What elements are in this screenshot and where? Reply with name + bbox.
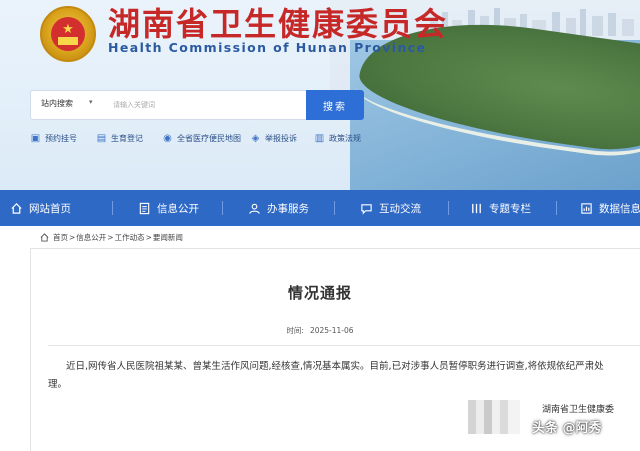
column-icon: [472, 203, 481, 213]
quick-link-appointment[interactable]: ▣ 预约挂号: [30, 130, 77, 146]
quick-link-policy[interactable]: ▥ 政策法规: [314, 130, 361, 146]
document-icon: [139, 202, 150, 214]
home-icon: [40, 232, 49, 242]
quick-link-label: 举报投诉: [265, 133, 297, 143]
search-input[interactable]: [113, 95, 293, 115]
nav-label: 办事服务: [267, 202, 309, 215]
chevron-down-icon[interactable]: ▾: [89, 98, 93, 106]
quick-link-birth-registration[interactable]: ▤ 生育登记: [96, 130, 143, 146]
site-header: ★ 湖南省卫生健康委员会 Health Commission of Hunan …: [0, 0, 640, 190]
breadcrumb: 首页 > 信息公开 > 工作动态 > 要闻新闻: [40, 230, 183, 244]
nav-divider: [334, 201, 335, 215]
home-icon: [11, 202, 22, 214]
quick-link-label: 预约挂号: [45, 133, 77, 143]
nav-divider: [222, 201, 223, 215]
nav-label: 专题专栏: [489, 202, 531, 215]
breadcrumb-separator: >: [69, 232, 76, 242]
search-scope-select[interactable]: 站内搜索: [41, 98, 73, 109]
national-emblem-icon[interactable]: ★: [40, 6, 96, 62]
site-title[interactable]: 湖南省卫生健康委员会: [108, 4, 448, 44]
article-body: 近日,网传省人民医院祖某某、曾某生活作风问题,经核查,情况基本属实。目前,已对涉…: [48, 361, 604, 390]
quick-link-complaint[interactable]: ◈ 举报投诉: [250, 130, 297, 146]
main-nav: 网站首页 信息公开 办事服务 互动交流 专题专栏 数据信息: [0, 190, 640, 226]
breadcrumb-item[interactable]: 要闻新闻: [153, 232, 183, 243]
nav-divider: [112, 201, 113, 215]
nav-divider: [448, 201, 449, 215]
article-meta: 时间: 2025-11-06: [0, 325, 640, 336]
calendar-icon: ▣: [30, 132, 41, 144]
breadcrumb-item[interactable]: 信息公开: [76, 232, 106, 243]
breadcrumb-item[interactable]: 工作动态: [115, 232, 145, 243]
quick-link-medical-map[interactable]: ◉ 全省医疗便民地图: [162, 130, 241, 146]
nav-item-interaction[interactable]: 互动交流: [360, 190, 421, 226]
service-icon: [249, 203, 260, 214]
article-title: 情况通报: [287, 284, 352, 302]
watermark: 头条 @阿秀: [532, 421, 602, 436]
clipboard-icon: ▤: [96, 132, 107, 144]
article-time-value: 2025-11-06: [309, 326, 354, 335]
map-icon: ◉: [163, 132, 172, 144]
breadcrumb-separator: >: [145, 232, 152, 242]
nav-item-special-topics[interactable]: 专题专栏: [470, 190, 531, 226]
breadcrumb-item[interactable]: 首页: [53, 232, 68, 243]
nav-label: 信息公开: [157, 202, 199, 215]
chat-icon: [361, 203, 372, 214]
article-time-label: 时间:: [286, 326, 304, 335]
nav-label: 网站首页: [29, 202, 71, 215]
nav-item-info-disclosure[interactable]: 信息公开: [138, 190, 199, 226]
nav-item-services[interactable]: 办事服务: [248, 190, 309, 226]
search-box: 站内搜索 ▾: [30, 90, 308, 120]
nav-divider: [556, 201, 557, 215]
breadcrumb-separator: >: [107, 232, 114, 242]
quick-link-label: 生育登记: [111, 133, 143, 143]
article-signature: 湖南省卫生健康委: [542, 405, 615, 415]
search-button[interactable]: 搜索: [306, 90, 364, 120]
nav-item-home[interactable]: 网站首页: [10, 190, 71, 226]
nav-label: 互动交流: [379, 202, 421, 215]
quick-link-label: 政策法规: [329, 133, 361, 143]
article-divider: [48, 345, 640, 346]
nav-item-data[interactable]: 数据信息: [580, 190, 640, 226]
megaphone-icon: ◈: [251, 132, 260, 144]
site-subtitle: Health Commission of Hunan Province: [108, 40, 427, 55]
blurred-region: [468, 400, 520, 434]
data-icon: [581, 202, 592, 214]
book-icon: ▥: [314, 132, 325, 144]
nav-label: 数据信息: [599, 202, 640, 215]
quick-link-label: 全省医疗便民地图: [177, 133, 241, 143]
